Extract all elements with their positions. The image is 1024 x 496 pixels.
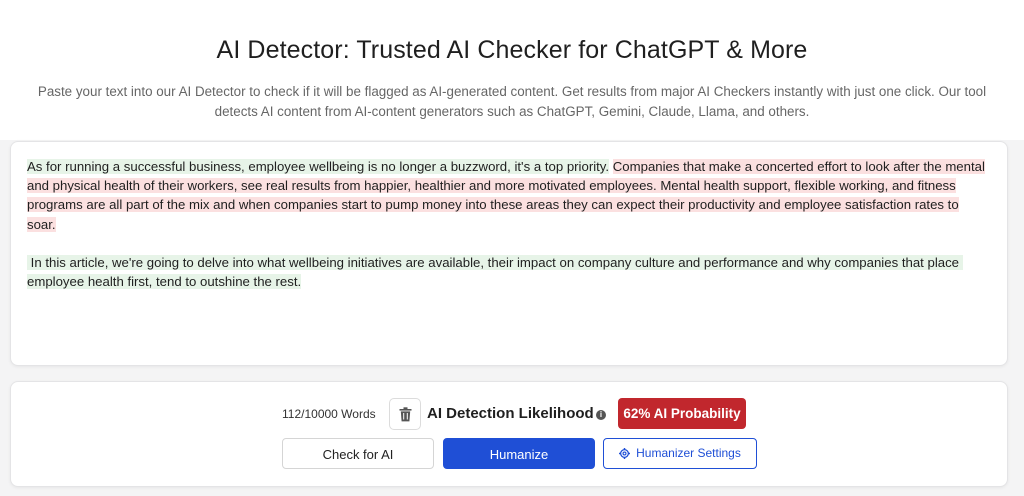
page-title: AI Detector: Trusted AI Checker for Chat… — [216, 36, 808, 64]
ai-probability-badge: 62% AI Probability — [618, 398, 746, 429]
subtitle-line-2: detects AI content from AI-content gener… — [214, 104, 810, 119]
human-highlight: As for running a successful business, em… — [27, 159, 610, 174]
human-highlight: In this article, we're going to delve in… — [27, 254, 963, 290]
subtitle-line-1: Paste your text into our AI Detector to … — [37, 84, 987, 99]
info-icon[interactable]: i — [596, 410, 606, 420]
action-panel: 112/10000 Words AI Detection Likelihood … — [10, 381, 1008, 487]
clear-text-button[interactable] — [389, 398, 421, 430]
word-count: 112/10000 Words — [282, 407, 376, 421]
check-for-ai-button[interactable]: Check for AI — [282, 438, 434, 469]
humanizer-settings-button[interactable]: Humanizer Settings — [603, 438, 757, 469]
paragraph-2: In this article, we're going to delve in… — [27, 253, 987, 291]
detection-likelihood-label: AI Detection Likelihood — [427, 405, 594, 422]
page-subtitle: Paste your text into our AI Detector to … — [20, 82, 1004, 122]
paragraph-1: As for running a successful business, em… — [27, 157, 987, 234]
gear-icon — [619, 448, 631, 459]
trash-icon — [399, 406, 411, 421]
humanize-button[interactable]: Humanize — [443, 438, 595, 469]
editor-content[interactable]: As for running a successful business, em… — [27, 157, 987, 291]
text-input-area[interactable]: As for running a successful business, em… — [10, 141, 1008, 366]
hero-section: AI Detector: Trusted AI Checker for Chat… — [0, 0, 1024, 140]
humanizer-settings-label: Humanizer Settings — [636, 446, 741, 460]
